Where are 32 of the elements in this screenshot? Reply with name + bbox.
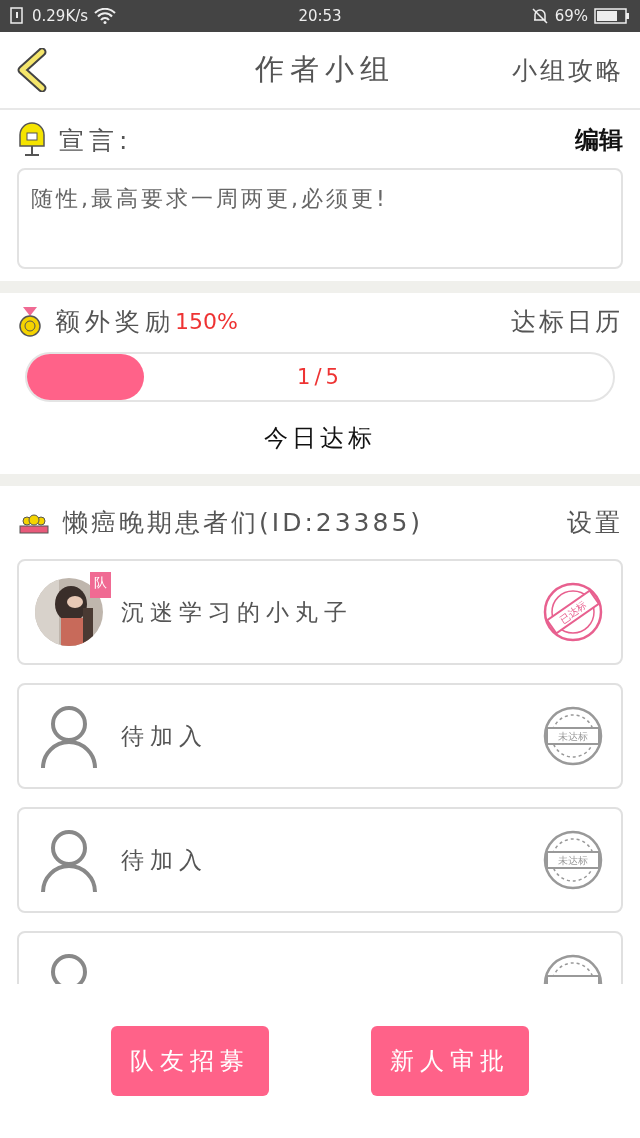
medal-icon: [17, 305, 43, 338]
member-card[interactable]: 待加入 未达标: [17, 683, 623, 789]
mailbox-icon: [17, 122, 47, 158]
reward-percent: 150%: [175, 309, 238, 334]
battery-level: 69%: [554, 7, 588, 25]
member-name: 沉迷学习的小丸子: [121, 597, 354, 627]
clock: 20:53: [298, 7, 342, 25]
today-status: 今日达标: [264, 423, 376, 454]
declaration-box: 随性,最高要求一周两更,必须更!: [17, 168, 623, 269]
member-name: 待加入: [121, 721, 209, 751]
edit-link[interactable]: 编辑: [575, 124, 623, 156]
declaration-label: 宣言:: [59, 124, 133, 157]
member-name: 待加入: [121, 845, 209, 875]
stamp-icon: 未达标: [541, 704, 605, 768]
guide-link[interactable]: 小组攻略: [512, 53, 624, 87]
captain-badge: 队: [90, 572, 111, 598]
achieved-stamp-icon: 已达标: [541, 580, 605, 644]
page-title: 作者小组: [255, 51, 395, 88]
wifi-icon: [94, 8, 117, 24]
settings-link[interactable]: 设置: [567, 506, 623, 539]
battery-icon: [594, 7, 630, 25]
network-speed: 0.29K/s: [32, 7, 89, 25]
member-card[interactable]: 队 沉迷学习的小丸子 已达标: [17, 559, 623, 665]
sim-icon: [10, 7, 26, 25]
member-card[interactable]: 待加入 未达标: [17, 807, 623, 913]
team-name: 懒癌晚期患者们(ID:23385): [63, 507, 424, 539]
progress-count: 1/5: [297, 365, 343, 389]
reward-label: 额外奖励: [55, 306, 175, 338]
back-icon[interactable]: [16, 48, 48, 92]
calendar-link[interactable]: 达标日历: [511, 305, 623, 338]
bell-muted-icon: [530, 7, 549, 25]
stamp-icon: 未达标: [541, 828, 605, 892]
